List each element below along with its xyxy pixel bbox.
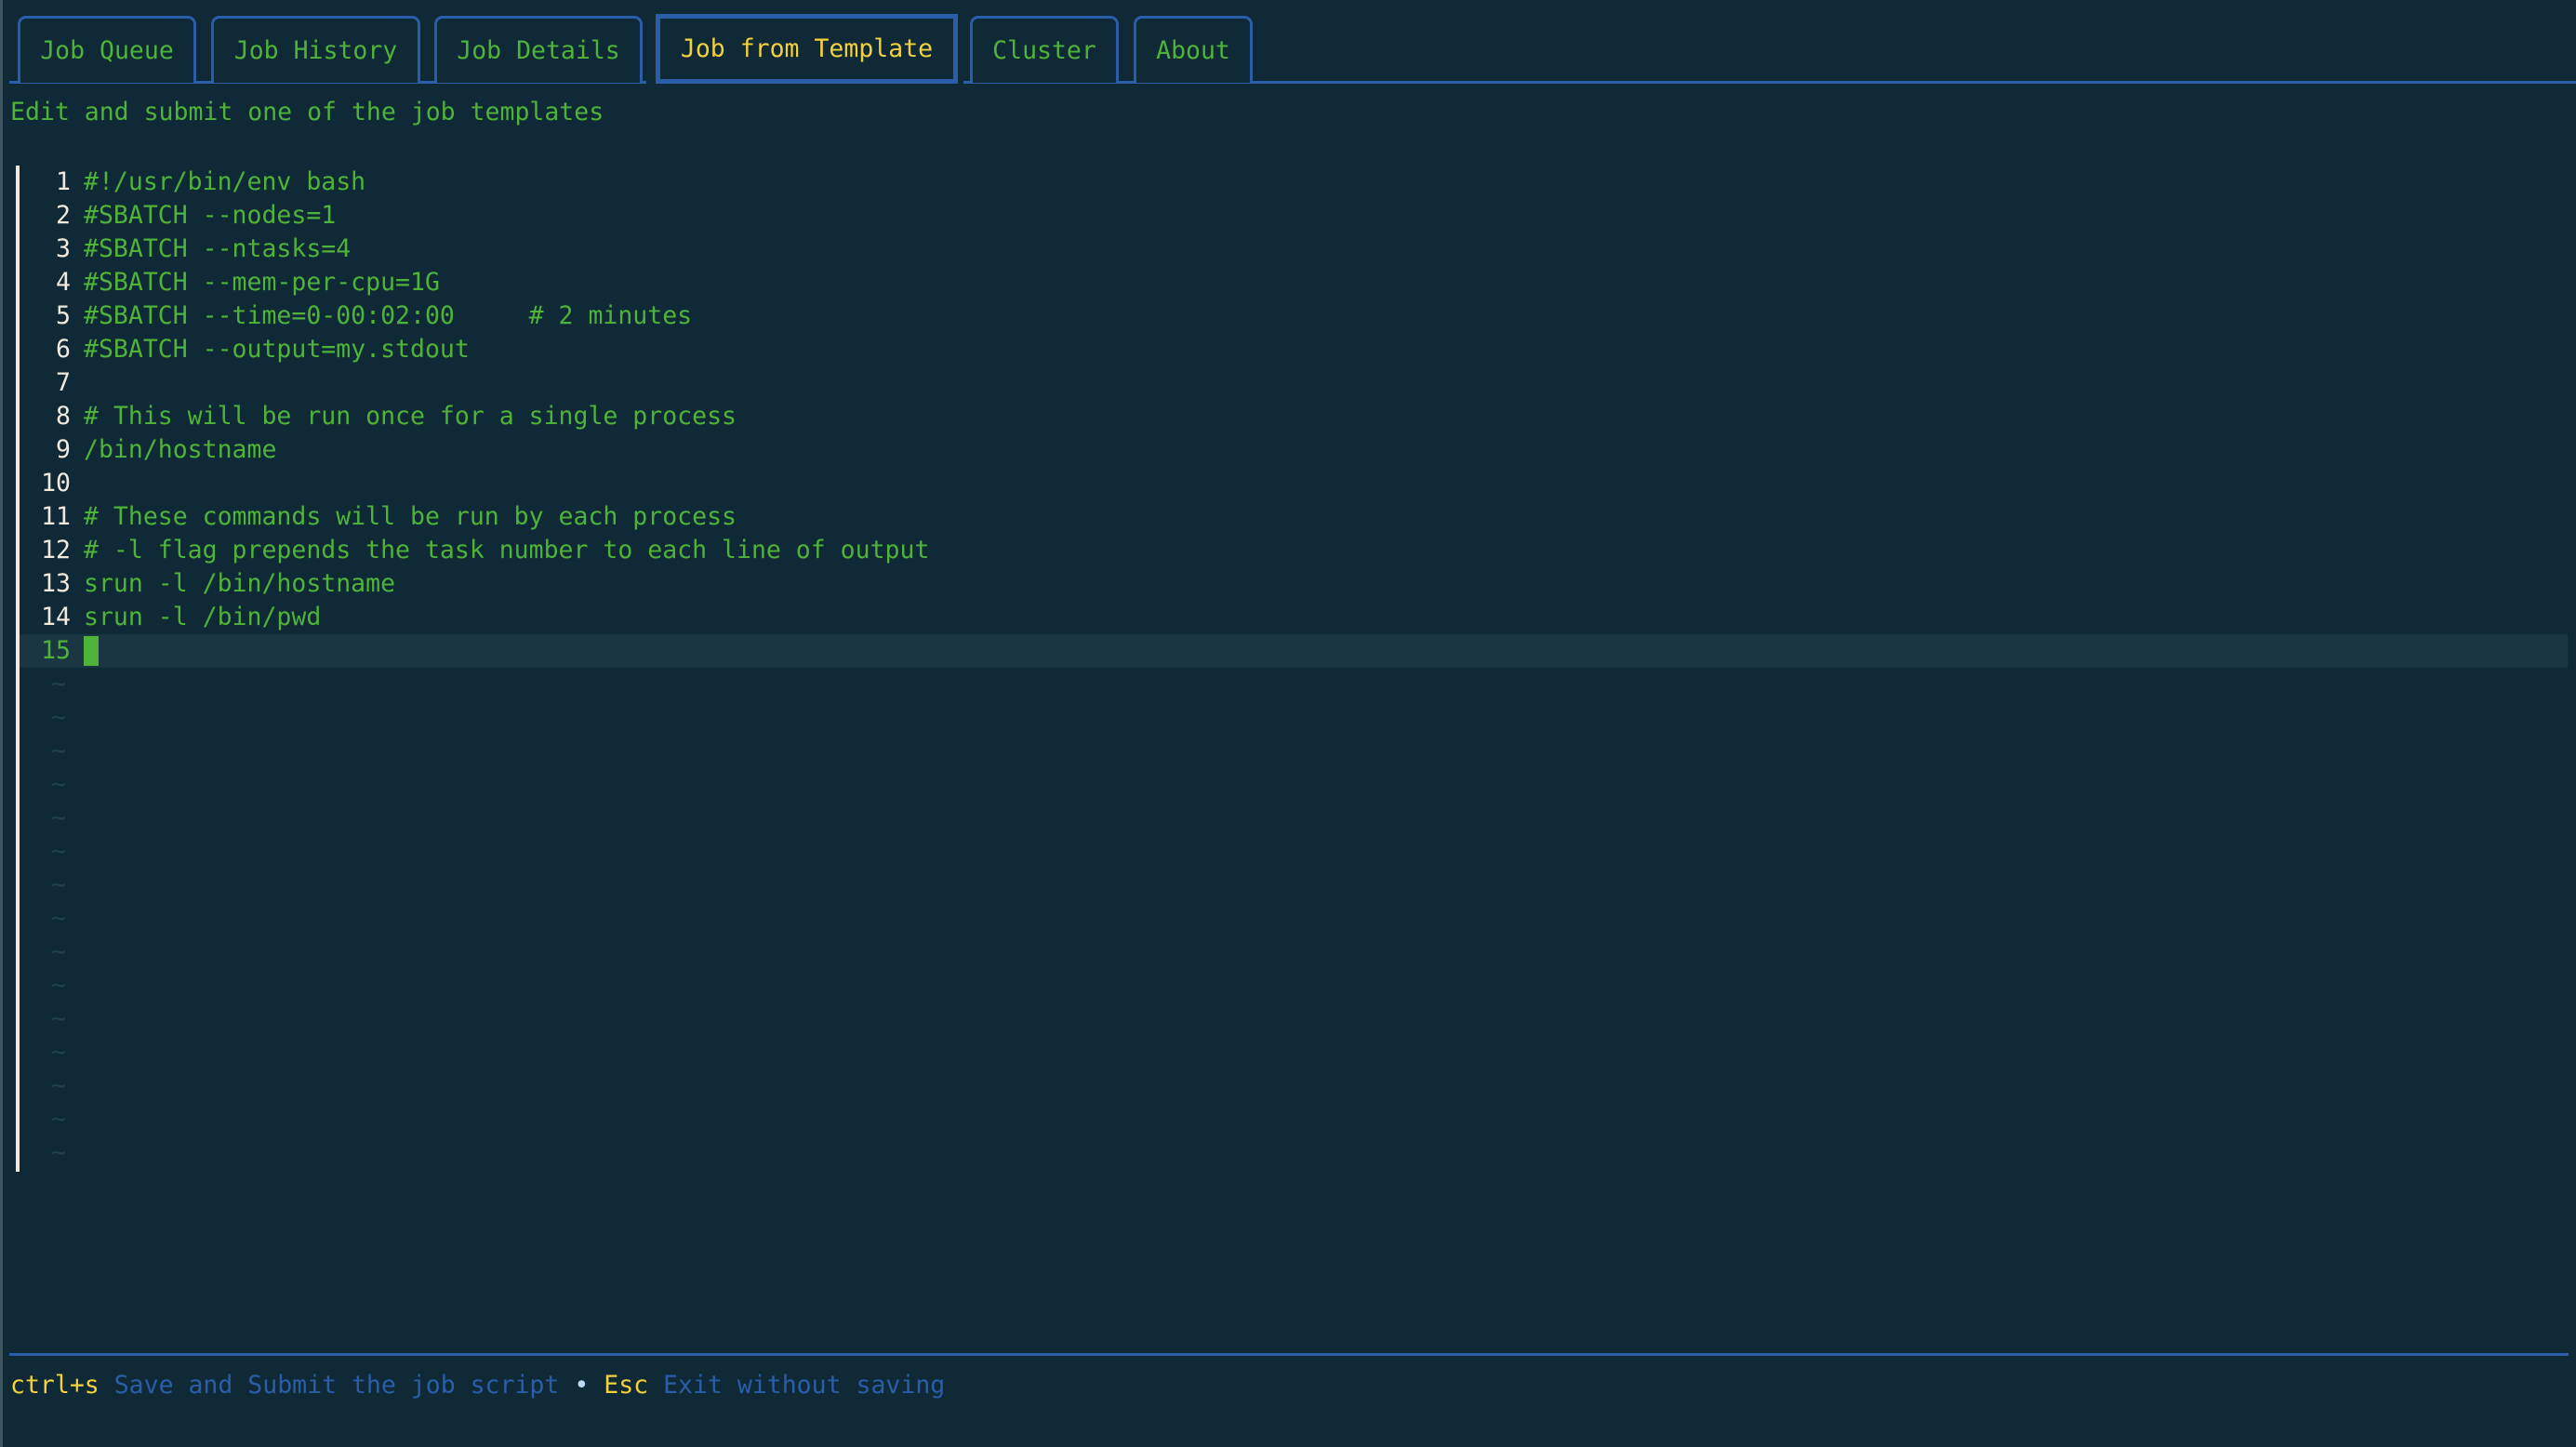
editor-line[interactable]: 8 # This will be run once for a single pr… [20, 400, 2568, 433]
line-number: 4 [56, 268, 71, 297]
editor-line[interactable]: 11 # These commands will be run by each p… [20, 500, 2568, 534]
tab-label: Cluster [992, 36, 1096, 65]
code-text: # These commands will be run by each pro… [84, 502, 737, 531]
line-number: 9 [56, 435, 71, 464]
tab-bar: Job Queue Job History Job Details Job fr… [0, 0, 2576, 86]
editor-line[interactable]: 7 [20, 366, 2568, 400]
empty-line-marker: ~ [51, 803, 66, 832]
empty-line-marker: ~ [51, 971, 66, 1000]
editor-line[interactable]: 10 [20, 467, 2568, 500]
tab-job-from-template[interactable]: Job from Template [656, 14, 958, 84]
tab-cluster[interactable]: Cluster [970, 16, 1119, 83]
empty-line-marker: ~ [51, 770, 66, 799]
line-number: 7 [56, 368, 71, 397]
empty-line-marker: ~ [51, 904, 66, 933]
code-text: srun -l /bin/hostname [84, 569, 396, 598]
tab-label: Job Queue [40, 36, 174, 65]
editor-line[interactable]: 3 #SBATCH --ntasks=4 [20, 232, 2568, 266]
code-text: /bin/hostname [84, 435, 277, 464]
empty-line-marker: ~ [51, 1004, 66, 1033]
tab-label: Job from Template [680, 34, 934, 63]
line-number: 2 [56, 201, 71, 230]
line-number: 10 [41, 469, 71, 498]
shortcut-key-save[interactable]: ctrl+s [10, 1371, 100, 1400]
editor-line[interactable]: 13 srun -l /bin/hostname [20, 567, 2568, 601]
tab-label: Job Details [457, 36, 620, 65]
empty-line-marker: ~ [51, 1038, 66, 1067]
editor-line[interactable]: 2 #SBATCH --nodes=1 [20, 199, 2568, 232]
empty-line-marker: ~ [51, 1105, 66, 1134]
editor-line[interactable]: 9/bin/hostname [20, 433, 2568, 467]
empty-line-marker: ~ [51, 1071, 66, 1100]
line-number: 14 [41, 603, 71, 631]
code-text: # -l flag prepends the task number to ea… [84, 536, 930, 564]
line-number: 12 [41, 536, 71, 564]
tab-label: Job History [233, 36, 398, 65]
line-number: 13 [41, 569, 71, 598]
empty-line-marker: ~ [51, 870, 66, 899]
editor-line[interactable]: 15 [20, 634, 2568, 668]
bullet-separator: • [574, 1371, 590, 1400]
code-text: #SBATCH --ntasks=4 [84, 234, 352, 263]
line-number: 3 [56, 234, 71, 263]
script-editor[interactable]: 1 #!/usr/bin/env bash 2 #SBATCH --nodes=1 3 #… [16, 166, 2569, 1172]
window-left-edge [0, 0, 3, 1447]
code-text: #SBATCH --output=my.stdout [84, 335, 470, 364]
tab-job-details[interactable]: Job Details [434, 16, 643, 83]
tab-job-queue[interactable]: Job Queue [18, 16, 196, 83]
line-number: 1 [56, 167, 71, 196]
line-number: 8 [56, 402, 71, 431]
editor-line[interactable]: 14 srun -l /bin/pwd [20, 601, 2568, 634]
page-subtitle: Edit and submit one of the job templates [10, 98, 604, 126]
text-cursor [84, 636, 99, 666]
editor-line[interactable]: 4 #SBATCH --mem-per-cpu=1G [20, 266, 2568, 299]
editor-line[interactable]: 6 #SBATCH --output=my.stdout [20, 333, 2568, 366]
editor-line[interactable]: 1 #!/usr/bin/env bash [20, 166, 2568, 199]
tab-about[interactable]: About [1134, 16, 1253, 83]
code-text: #SBATCH --time=0-00:02:00 # 2 minutes [84, 301, 693, 330]
empty-line-marker: ~ [51, 937, 66, 966]
code-text: #SBATCH --mem-per-cpu=1G [84, 268, 440, 297]
line-number: 11 [41, 502, 71, 531]
line-number: 5 [56, 301, 71, 330]
editor-line[interactable]: 12 # -l flag prepends the task number to … [20, 534, 2568, 567]
empty-line-marker: ~ [51, 1138, 66, 1167]
shortcut-footer: ctrl+s Save and Submit the job script • … [10, 1369, 945, 1402]
editor-line[interactable]: 5 #SBATCH --time=0-00:02:00 # 2 minutes [20, 299, 2568, 333]
empty-line-marker: ~ [51, 670, 66, 698]
shortcut-desc-escape: Exit without saving [663, 1371, 946, 1400]
empty-line-marker: ~ [51, 737, 66, 765]
empty-line-marker: ~ [51, 837, 66, 866]
code-text: # This will be run once for a single pro… [84, 402, 737, 431]
code-text: #SBATCH --nodes=1 [84, 201, 337, 230]
footer-separator [9, 1353, 2569, 1356]
code-text: srun -l /bin/pwd [84, 603, 322, 631]
tab-label: About [1156, 36, 1230, 65]
line-number: 6 [56, 335, 71, 364]
tab-job-history[interactable]: Job History [211, 16, 420, 83]
code-text: #!/usr/bin/env bash [84, 167, 366, 196]
shortcut-key-escape[interactable]: Esc [604, 1371, 648, 1400]
shortcut-desc-save: Save and Submit the job script [113, 1371, 560, 1400]
empty-line-marker: ~ [51, 703, 66, 732]
line-number: 15 [41, 636, 71, 665]
